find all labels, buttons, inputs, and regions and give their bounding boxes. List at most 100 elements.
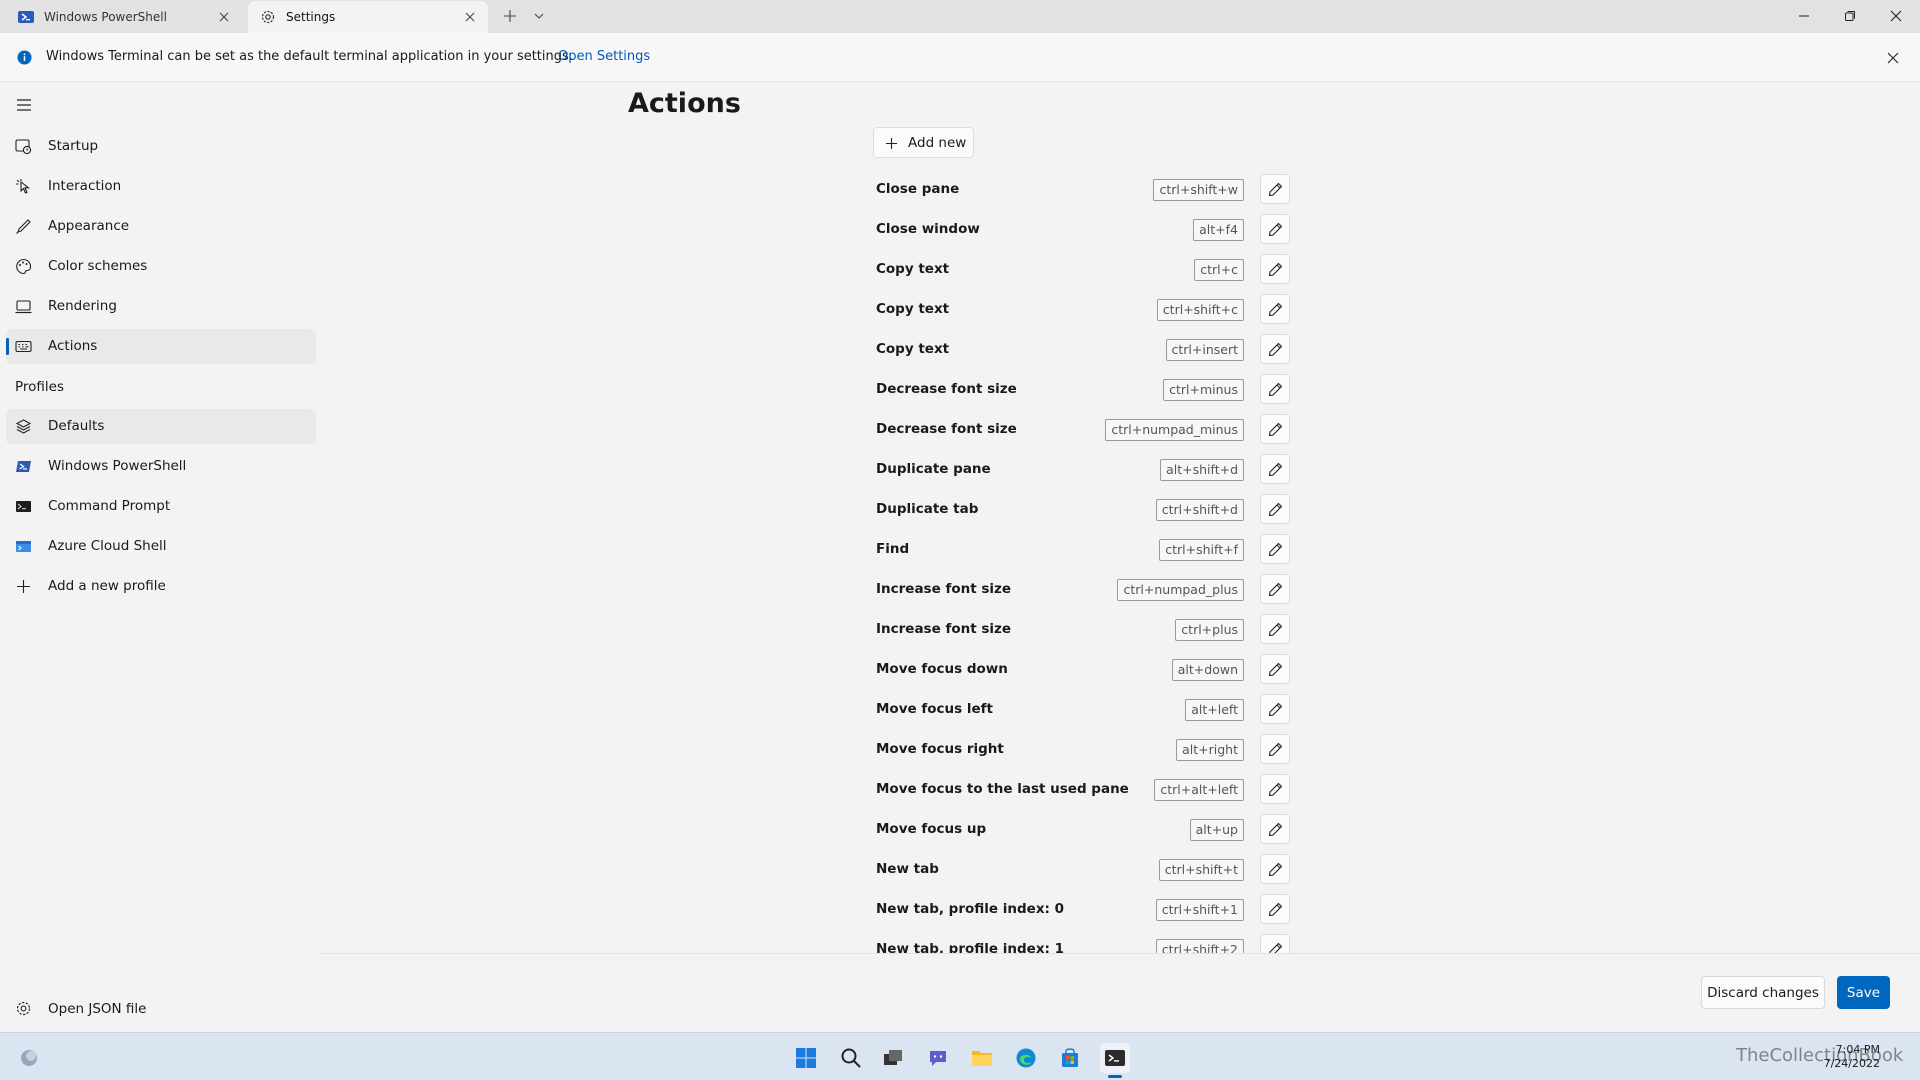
edit-action-button[interactable] [1260,654,1290,684]
edit-action-button[interactable] [1260,574,1290,604]
plus-icon [17,580,30,593]
action-name: Increase font size [876,621,1012,637]
action-row: Decrease font size ctrl+minus [860,370,1290,410]
sidebar-item-azure-cloud-shell[interactable]: Azure Cloud Shell [6,529,316,564]
action-name: Decrease font size [876,421,1017,437]
sidebar-item-command-prompt[interactable]: Command Prompt [6,489,316,524]
info-message: Windows Terminal can be set as the defau… [46,49,573,64]
close-tab-icon[interactable] [216,9,232,25]
edit-action-button[interactable] [1260,774,1290,804]
keybinding-chip: ctrl+insert [1165,339,1244,361]
folder-icon [972,1051,992,1066]
chat-icon [930,1051,946,1066]
pencil-icon [1268,782,1282,796]
active-app-indicator [1108,1075,1122,1078]
action-row: Move focus down alt+down [860,650,1290,690]
page-title: Actions [628,88,741,119]
sidebar-item-add-profile[interactable]: Add a new profile [6,569,316,604]
minimize-button[interactable] [1781,0,1827,32]
file-explorer-button[interactable] [967,1043,997,1073]
action-row: Duplicate pane alt+shift+d [860,450,1290,490]
edit-action-button[interactable] [1260,694,1290,724]
gear-icon [261,10,275,24]
terminal-button[interactable] [1100,1043,1130,1073]
edit-action-button[interactable] [1260,894,1290,924]
azure-icon [16,541,31,552]
edit-action-button[interactable] [1260,494,1290,524]
edit-action-button[interactable] [1260,214,1290,244]
plus-icon [886,138,897,149]
start-button[interactable] [791,1043,821,1073]
action-name: New tab, profile index: 1 [876,941,1065,953]
keybinding-chip: ctrl+plus [1175,619,1244,641]
edit-action-button[interactable] [1260,534,1290,564]
action-name: New tab [876,861,939,877]
sidebar-item-startup[interactable]: Startup [6,129,316,164]
widgets-button[interactable] [14,1043,44,1073]
edge-button[interactable] [1011,1043,1041,1073]
sidebar-item-appearance[interactable]: Appearance [6,209,316,244]
add-new-button[interactable]: Add new [873,127,974,158]
tab-settings[interactable]: Settings [248,1,488,33]
color-schemes-icon [16,258,32,275]
open-json-file-button[interactable]: Open JSON file [6,991,316,1026]
pencil-icon [1268,702,1282,716]
edit-action-button[interactable] [1260,294,1290,324]
edit-action-button[interactable] [1260,454,1290,484]
close-tab-icon[interactable] [462,9,478,25]
task-view-button[interactable] [878,1043,908,1073]
keybinding-chip: alt+up [1189,819,1244,841]
edit-action-button[interactable] [1260,374,1290,404]
sidebar-item-windows-powershell[interactable]: Windows PowerShell [6,449,316,484]
sidebar-item-color-schemes[interactable]: Color schemes [6,249,316,284]
tab-windows-powershell[interactable]: Windows PowerShell [6,1,242,33]
pencil-icon [1268,302,1282,316]
sidebar-item-defaults[interactable]: Defaults [6,409,316,444]
close-icon[interactable] [1885,50,1901,66]
pencil-icon [1268,822,1282,836]
pencil-icon [1268,542,1282,556]
discard-changes-button[interactable]: Discard changes [1701,976,1825,1009]
action-name: New tab, profile index: 0 [876,901,1065,917]
action-row: Copy text ctrl+shift+c [860,290,1290,330]
info-icon [17,50,32,65]
action-row: Move focus left alt+left [860,690,1290,730]
add-new-label: Add new [908,135,967,151]
weather-icon [21,1050,37,1066]
chat-button[interactable] [923,1043,953,1073]
open-json-label: Open JSON file [48,1001,147,1017]
edit-action-button[interactable] [1260,414,1290,444]
edit-action-button[interactable] [1260,734,1290,764]
sidebar-item-rendering[interactable]: Rendering [6,289,316,324]
clock[interactable]: 7:04 PM 7/24/2022 [1820,1043,1880,1071]
keybinding-chip: ctrl+numpad_plus [1117,579,1244,601]
action-row: Copy text ctrl+insert [860,330,1290,370]
info-bar: Windows Terminal can be set as the defau… [0,33,1920,82]
powershell-icon [18,11,34,23]
tab-dropdown-button[interactable] [526,4,552,28]
sidebar-item-actions[interactable]: Actions [6,329,316,364]
action-name: Move focus right [876,741,1004,757]
edit-action-button[interactable] [1260,854,1290,884]
edit-action-button[interactable] [1260,334,1290,364]
pencil-icon [1268,662,1282,676]
keybinding-chip: ctrl+minus [1163,379,1244,401]
edit-action-button[interactable] [1260,254,1290,284]
store-button[interactable] [1055,1043,1085,1073]
sidebar-item-interaction[interactable]: Interaction [6,169,316,204]
restore-button[interactable] [1827,0,1873,32]
edit-action-button[interactable] [1260,814,1290,844]
close-window-button[interactable] [1873,0,1919,32]
edit-action-button[interactable] [1260,614,1290,644]
search-button[interactable] [836,1043,866,1073]
new-tab-button[interactable] [497,4,523,28]
save-button[interactable]: Save [1837,976,1890,1009]
minimize-icon [1799,15,1809,17]
pencil-icon [1268,502,1282,516]
edit-action-button[interactable] [1260,934,1290,953]
open-settings-link[interactable]: Open Settings [558,49,650,64]
edit-action-button[interactable] [1260,174,1290,204]
windows-logo-icon [796,1048,816,1068]
sidebar-item-label: Interaction [48,178,122,194]
hamburger-menu-icon[interactable] [14,97,34,113]
